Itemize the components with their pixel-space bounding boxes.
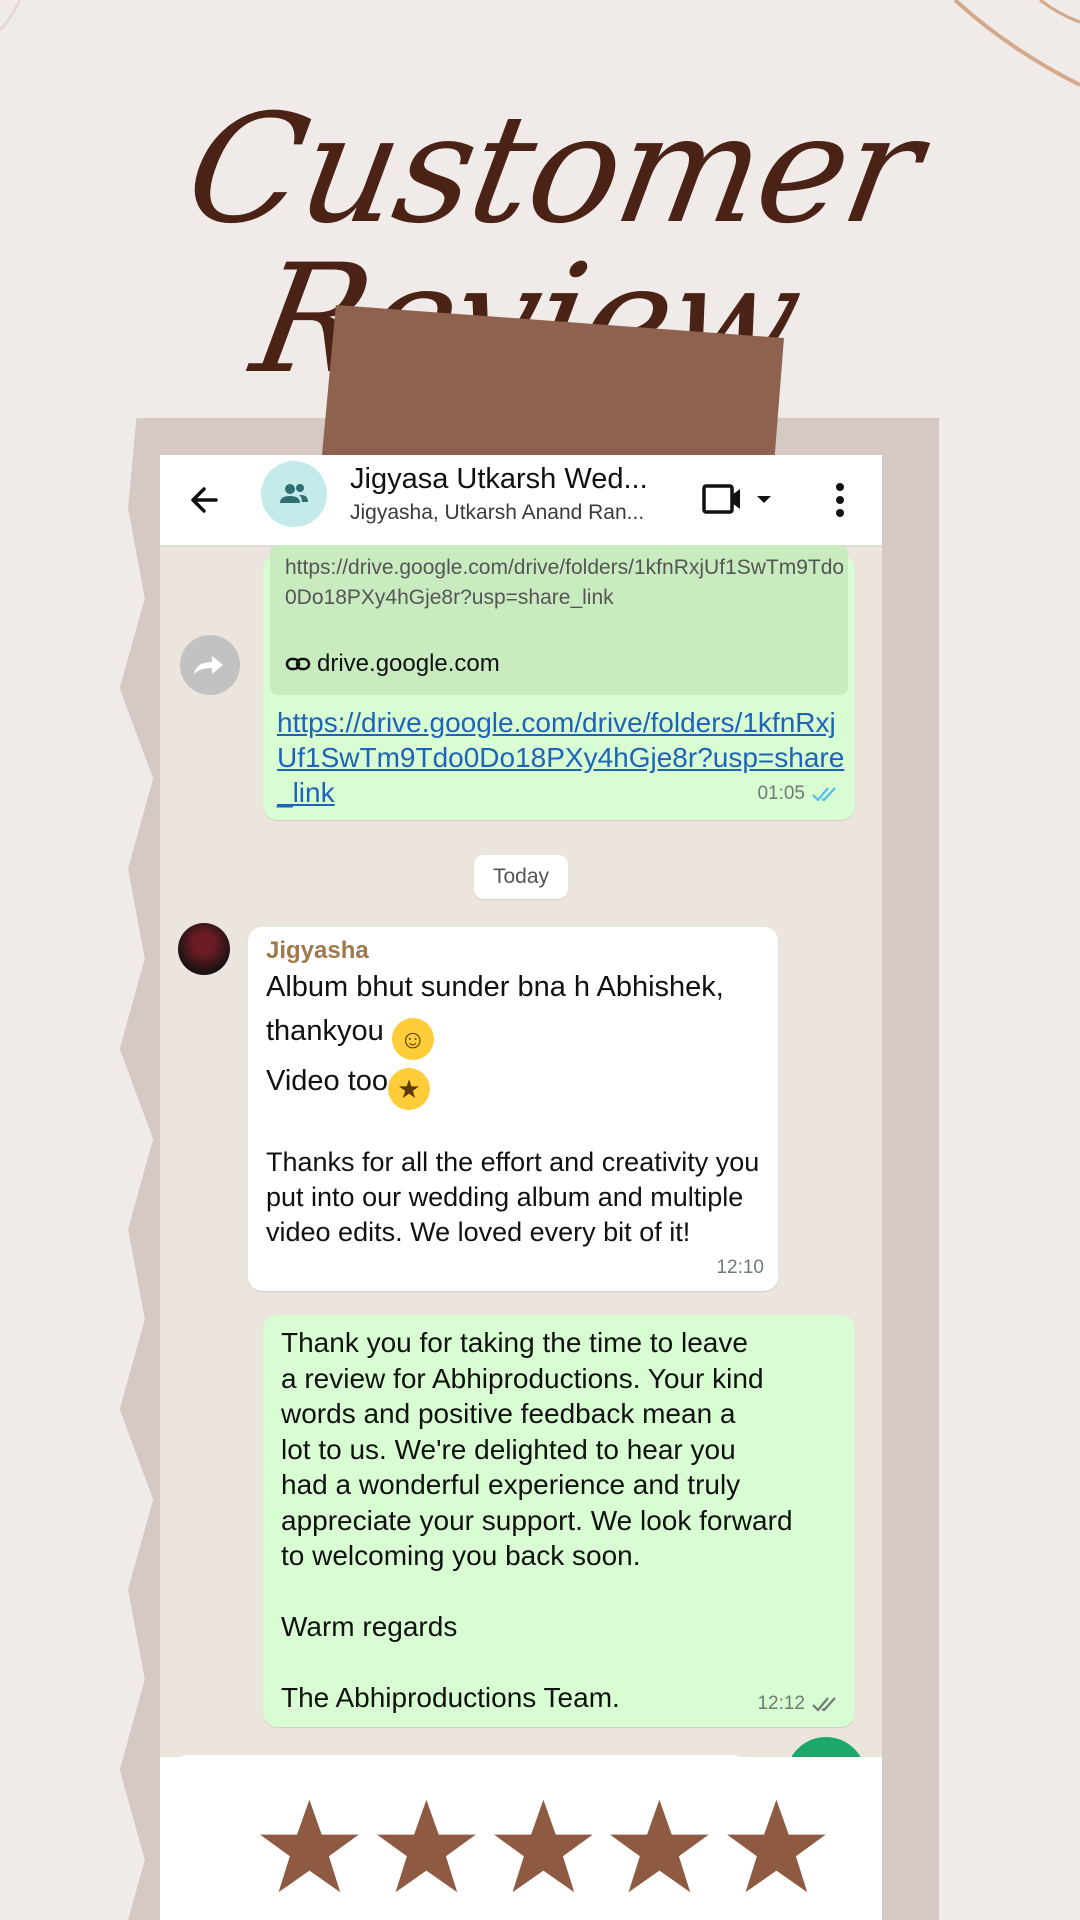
message-time: 12:12 <box>757 1693 805 1714</box>
chat-title[interactable]: Jigyasa Utkarsh Wed... <box>350 463 680 496</box>
video-call-button[interactable] <box>700 477 780 521</box>
message-meta: 12:10 <box>716 1257 764 1279</box>
link-preview-url: https://drive.google.com/drive/folders/1… <box>285 556 845 609</box>
chat-members[interactable]: Jigyasha, Utkarsh Anand Ran... <box>350 501 680 525</box>
message-line-text: Video too <box>266 1065 389 1097</box>
message-meta: 12:12 <box>757 1693 841 1715</box>
link-icon <box>285 657 311 671</box>
link-preview-domain: drive.google.com <box>285 650 500 678</box>
message-time: 12:10 <box>716 1257 764 1278</box>
more-options-button[interactable] <box>820 475 860 525</box>
link-preview[interactable]: https://drive.google.com/drive/folders/1… <box>270 545 848 695</box>
star-struck-emoji-icon: ★ <box>388 1068 431 1110</box>
incoming-message-bubble[interactable]: Jigyasha Album bhut sunder bna h Abhishe… <box>248 927 778 1291</box>
double-check-icon <box>812 1697 836 1712</box>
forward-button[interactable] <box>180 635 240 695</box>
star-icon <box>376 1799 476 1893</box>
chat-header: Jigyasa Utkarsh Wed... Jigyasha, Utkarsh… <box>160 455 882 545</box>
reply-text: Thank you for taking the time to leave a… <box>281 1327 793 1713</box>
back-button[interactable] <box>180 475 230 525</box>
star-icon <box>260 1799 359 1893</box>
star-icon <box>493 1799 593 1893</box>
message-line: Album bhut sunder bna h Abhishek, <box>266 971 724 1004</box>
video-call-icon <box>702 484 771 514</box>
link-domain-text: drive.google.com <box>317 650 500 677</box>
message-time: 01:05 <box>757 783 805 804</box>
sender-name[interactable]: Jigyasha <box>266 937 369 965</box>
message-paragraph: Thanks for all the effort and creativity… <box>266 1147 760 1247</box>
chat-screenshot: Jigyasa Utkarsh Wed... Jigyasha, Utkarsh… <box>160 455 882 1920</box>
star-icon <box>610 1799 710 1893</box>
star-rating <box>258 1795 828 1901</box>
message-line-text: Album bhut sunder bna h Abhishek, <box>266 971 724 1003</box>
message-line-text: thankyou <box>266 1015 384 1047</box>
message-line: Video too ★ <box>266 1065 431 1110</box>
more-vert-icon <box>836 483 844 517</box>
reply-message-bubble[interactable]: Thank you for taking the time to leave a… <box>263 1315 855 1727</box>
forward-icon <box>194 656 223 674</box>
message-meta: 01:05 <box>757 783 841 805</box>
date-divider: Today <box>474 855 568 899</box>
back-arrow-icon <box>191 487 218 513</box>
group-icon <box>280 484 308 503</box>
link-message-bubble[interactable]: https://drive.google.com/drive/folders/1… <box>263 545 855 820</box>
message-line: thankyou ☺ <box>266 1015 434 1060</box>
avatar[interactable] <box>178 923 230 975</box>
group-avatar[interactable] <box>261 461 327 527</box>
smiling-face-emoji-icon: ☺ <box>391 1018 434 1060</box>
star-icon <box>727 1799 826 1893</box>
double-check-icon <box>812 787 836 802</box>
chevron-down-icon <box>757 496 771 503</box>
